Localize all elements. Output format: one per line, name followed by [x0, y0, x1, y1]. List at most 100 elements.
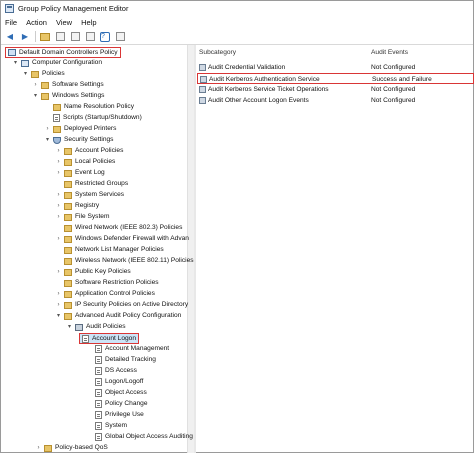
pane-divider[interactable]	[194, 45, 196, 453]
policy-row[interactable]: Audit Kerberos Authentication Service Suc…	[197, 73, 474, 84]
tree-node[interactable]: System	[86, 421, 127, 431]
policy-row[interactable]: Audit Kerberos Service Ticket Operations…	[197, 84, 474, 95]
expand-arrow-icon[interactable]: ›	[32, 82, 39, 89]
tree-node[interactable]: Policy Change	[86, 399, 148, 409]
tree-node[interactable]: Scripts (Startup/Shutdown)	[44, 113, 142, 123]
details-pane[interactable]: Subcategory Audit Events Audit Credentia…	[197, 45, 474, 453]
export-list-icon[interactable]	[85, 32, 95, 41]
tree-node[interactable]: › Deployed Printers	[44, 124, 116, 134]
tree-node[interactable]: › Windows Defender Firewall with Advan	[55, 234, 189, 244]
collapse-arrow-icon[interactable]: ▾	[55, 313, 62, 320]
menu-help[interactable]: Help	[81, 18, 96, 27]
tree-node-label: Policy Change	[105, 400, 148, 407]
show-hide-tree-icon[interactable]	[55, 32, 65, 41]
tree-node[interactable]: Detailed Tracking	[86, 355, 156, 365]
expand-arrow-icon[interactable]: ›	[44, 126, 51, 133]
audit-events-cell: Not Configured	[371, 97, 416, 104]
folder-icon	[64, 301, 72, 309]
properties-icon[interactable]	[70, 32, 80, 41]
tree-node[interactable]: ▾ Policies	[22, 69, 65, 79]
tree-node-label: Windows Defender Firewall with Advan	[75, 235, 189, 242]
tree-node-label: System Services	[75, 191, 125, 198]
tree-node[interactable]: ▾ Windows Settings	[32, 91, 104, 101]
tree-node[interactable]: Name Resolution Policy	[44, 102, 134, 112]
forward-arrow-icon[interactable]: ▶	[20, 32, 30, 42]
expand-arrow-icon[interactable]: ›	[55, 159, 62, 166]
doc-icon	[82, 334, 89, 343]
collapse-arrow-icon[interactable]: ▾	[66, 324, 73, 331]
collapse-arrow-icon[interactable]: ▾	[22, 71, 29, 78]
policy-row[interactable]: Audit Other Account Logon Events Not Conf…	[197, 95, 474, 106]
tree-node[interactable]: Privilege Use	[86, 410, 144, 420]
menu-action[interactable]: Action	[26, 18, 47, 27]
expand-arrow-icon[interactable]: ›	[55, 148, 62, 155]
subcategory-label: Audit Kerberos Service Ticket Operations	[208, 86, 329, 93]
tree-node[interactable]: › Application Control Policies	[55, 289, 155, 299]
tree-node[interactable]: ▾ Computer Configuration	[12, 58, 102, 68]
tree-node[interactable]: ▾ Advanced Audit Policy Configuration	[55, 311, 181, 321]
collapse-arrow-icon[interactable]: ▾	[12, 60, 19, 67]
tree-node[interactable]: Wired Network (IEEE 802.3) Policies	[55, 223, 182, 233]
tree-node[interactable]: Global Object Access Auditing	[86, 432, 193, 442]
tree-scrollbar[interactable]	[187, 45, 194, 453]
tree-node[interactable]: › Account Policies	[55, 146, 123, 156]
tree-node[interactable]: Account Logon	[79, 333, 139, 344]
tree-node[interactable]: Wireless Network (IEEE 802.11) Policies	[55, 256, 194, 266]
toolbar: ◀ ▶ ?	[1, 29, 473, 45]
tree-node[interactable]: › Public Key Policies	[55, 267, 131, 277]
expand-arrow-icon[interactable]: ›	[55, 192, 62, 199]
doc-icon	[95, 367, 102, 375]
expand-arrow-icon[interactable]: ›	[35, 445, 42, 452]
tree-node[interactable]: DS Access	[86, 366, 137, 376]
policy-setting-icon	[199, 97, 206, 104]
console-tree[interactable]: Default Domain Controllers Policy ▾ Comput…	[2, 45, 194, 453]
tree-node[interactable]: › Registry	[55, 201, 99, 211]
tree-node[interactable]: › System Services	[55, 190, 124, 200]
column-header-subcategory[interactable]: Subcategory	[199, 49, 236, 60]
tree-node[interactable]: Network List Manager Policies	[55, 245, 164, 255]
column-header-audit-events[interactable]: Audit Events	[371, 49, 408, 60]
tree-node[interactable]: Logon/Logoff	[86, 377, 143, 387]
tree-node-label: Name Resolution Policy	[64, 103, 134, 110]
subcategory-cell: Audit Credential Validation	[199, 62, 285, 73]
tree-node[interactable]: › File System	[55, 212, 109, 222]
folder-icon	[64, 158, 72, 166]
tree-node-label: Wired Network (IEEE 802.3) Policies	[75, 224, 183, 231]
tree-node[interactable]: › Event Log	[55, 168, 105, 178]
up-folder-icon[interactable]	[40, 32, 50, 41]
tree-node[interactable]: › Policy-based QoS	[35, 443, 108, 453]
expand-arrow-icon[interactable]: ›	[55, 170, 62, 177]
expand-arrow-icon[interactable]: ›	[55, 269, 62, 276]
show-hide-action-pane-icon[interactable]	[115, 32, 125, 41]
expand-arrow-icon[interactable]: ›	[55, 302, 62, 309]
policy-row[interactable]: Audit Credential Validation Not Configure…	[197, 62, 474, 73]
menu-file[interactable]: File	[5, 18, 17, 27]
expand-arrow-icon[interactable]: ›	[55, 291, 62, 298]
tree-node[interactable]: ▾ Security Settings	[44, 135, 113, 145]
expand-arrow-icon[interactable]: ›	[55, 236, 62, 243]
expand-arrow-icon[interactable]: ›	[55, 203, 62, 210]
menu-view[interactable]: View	[56, 18, 72, 27]
tree-node[interactable]: › Local Policies	[55, 157, 115, 167]
tree-node[interactable]: Account Management	[86, 344, 169, 354]
collapse-arrow-icon[interactable]: ▾	[32, 93, 39, 100]
doc-icon	[95, 389, 102, 397]
tree-node-label: Advanced Audit Policy Configuration	[75, 312, 182, 319]
back-arrow-icon[interactable]: ◀	[5, 32, 15, 42]
policy-setting-icon	[199, 86, 206, 93]
tree-node[interactable]: Restricted Groups	[55, 179, 128, 189]
collapse-arrow-icon[interactable]: ▾	[44, 137, 51, 144]
tree-node[interactable]: Software Restriction Policies	[55, 278, 159, 288]
tree-node[interactable]: Default Domain Controllers Policy	[5, 47, 121, 58]
tree-node[interactable]: › Software Settings	[32, 80, 104, 90]
help-icon[interactable]: ?	[100, 31, 110, 42]
tree-node[interactable]: › IP Security Policies on Active Director…	[55, 300, 188, 310]
doc-icon	[95, 345, 102, 353]
expand-arrow-icon[interactable]: ›	[55, 214, 62, 221]
tree-node[interactable]: ▾ Audit Policies	[66, 322, 126, 332]
tree-node[interactable]: Object Access	[86, 388, 147, 398]
comp-icon	[21, 59, 29, 67]
tree-node-label: Restricted Groups	[75, 180, 129, 187]
